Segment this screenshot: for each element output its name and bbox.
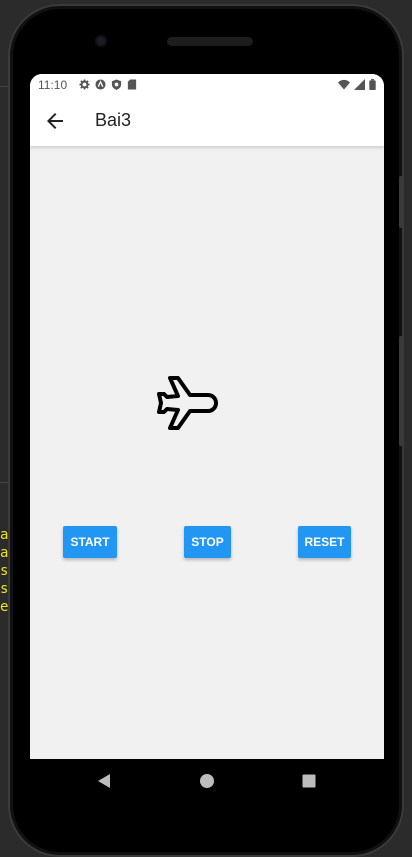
back-triangle-icon[interactable] (96, 772, 114, 790)
settings-icon (79, 79, 90, 90)
front-camera (95, 35, 107, 47)
start-button[interactable]: START (63, 526, 117, 558)
status-time: 11:10 (38, 78, 68, 92)
battery-icon (369, 79, 376, 90)
vpn-icon (95, 79, 106, 90)
status-right-icons (338, 79, 376, 90)
sd-card-icon (127, 79, 137, 90)
system-nav-bar (30, 759, 384, 804)
earpiece-speaker (167, 37, 253, 46)
home-circle-icon[interactable] (198, 772, 216, 790)
recents-square-icon[interactable] (300, 772, 318, 790)
status-left-icons (79, 79, 137, 90)
divider (0, 482, 8, 483)
app-bar: Bai3 (30, 97, 384, 146)
shield-icon (111, 79, 122, 90)
airplane-icon (157, 376, 218, 430)
volume-button (399, 336, 403, 446)
device-screen: 11:10 Bai3 START STOP RESET (30, 74, 384, 759)
page-title: Bai3 (95, 110, 132, 130)
reset-button[interactable]: RESET (298, 526, 351, 558)
status-bar: 11:10 (30, 74, 384, 97)
stop-button[interactable]: STOP (184, 526, 231, 558)
arrow-back-icon[interactable] (43, 109, 67, 133)
divider (0, 86, 8, 87)
power-button (399, 176, 403, 228)
wifi-icon (338, 79, 350, 90)
signal-icon (354, 79, 365, 90)
